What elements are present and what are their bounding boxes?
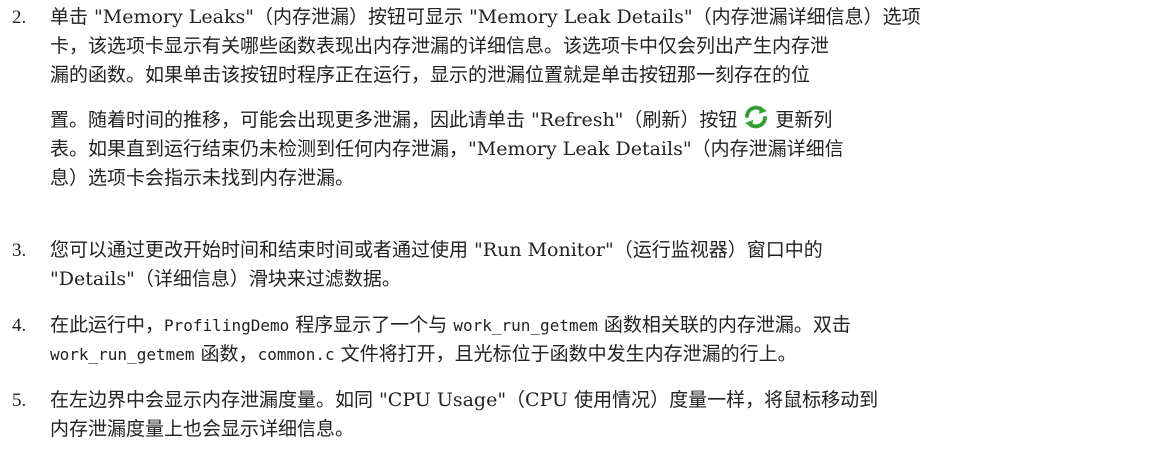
text-line: 表。如果直到运行结束仍未检测到任何内存泄漏，"Memory Leak Detai…: [50, 138, 844, 160]
text-line: 漏的函数。如果单击该按钮时程序正在运行，显示的泄漏位置就是单击按钮那一刻存在的位: [50, 64, 811, 86]
code-function-name: work_run_getmem: [453, 316, 598, 335]
text-line: 置。随着时间的推移，可能会出现更多泄漏，因此请单击 "Refresh"（刷新）按…: [50, 105, 1162, 135]
text-line: 息）选项卡会指示未找到内存泄漏。: [50, 167, 355, 189]
code-file-name: common.c: [257, 345, 335, 364]
item-text: 单击 "Memory Leaks"（内存泄漏）按钮可显示 "Memory Lea…: [50, 3, 1162, 193]
code-program-name: ProfilingDemo: [164, 316, 290, 335]
text-line: 您可以通过更改开始时间和结束时间或者通过使用 "Run Monitor"（运行监…: [50, 239, 823, 261]
text-line: 在左边界中会显示内存泄漏度量。如同 "CPU Usage"（CPU 使用情况）度…: [50, 389, 879, 411]
item-text: 您可以通过更改开始时间和结束时间或者通过使用 "Run Monitor"（运行监…: [50, 236, 1162, 294]
item-text: 在此运行中，ProfilingDemo 程序显示了一个与 work_run_ge…: [50, 311, 1162, 369]
item-number: 2.: [12, 7, 27, 28]
item-number: 5.: [12, 390, 27, 411]
item-text: 在左边界中会显示内存泄漏度量。如同 "CPU Usage"（CPU 使用情况）度…: [50, 386, 1162, 444]
text-segment: 更新列: [775, 109, 833, 131]
refresh-icon: [743, 105, 769, 129]
text-line: 内存泄漏度量上也会显示详细信息。: [50, 418, 355, 440]
text-segment: 函数相关联的内存泄漏。双击: [603, 314, 851, 336]
text-line: 在此运行中，ProfilingDemo 程序显示了一个与 work_run_ge…: [50, 311, 1162, 340]
text-line: work_run_getmem 函数，common.c 文件将打开，且光标位于函…: [50, 340, 1162, 369]
text-segment: 程序显示了一个与: [295, 314, 448, 336]
text-segment: 置。随着时间的推移，可能会出现更多泄漏，因此请单击 "Refresh"（刷新）按…: [50, 109, 738, 131]
text-line: "Details"（详细信息）滑块来过滤数据。: [50, 268, 401, 290]
text-line: 单击 "Memory Leaks"（内存泄漏）按钮可显示 "Memory Lea…: [50, 6, 921, 28]
text-segment: 函数，: [200, 343, 258, 365]
text-segment: 在此运行中，: [50, 314, 165, 336]
text-line: 卡，该选项卡显示有关哪些函数表现出内存泄漏的详细信息。该选项卡中仅会列出产生内存…: [50, 35, 830, 57]
code-function-name: work_run_getmem: [50, 345, 195, 364]
text-segment: 文件将打开，且光标位于函数中发生内存泄漏的行上。: [340, 343, 797, 365]
item-number: 4.: [12, 315, 27, 336]
item-number: 3.: [12, 240, 27, 261]
